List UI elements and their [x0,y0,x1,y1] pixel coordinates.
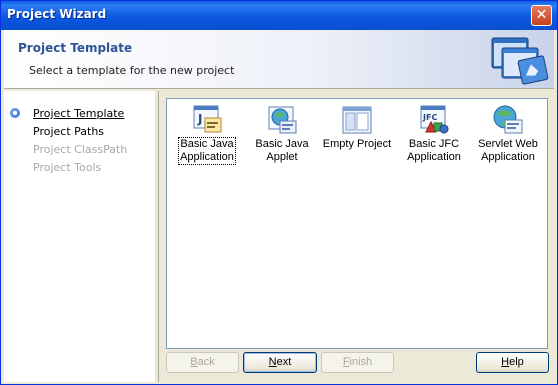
step-project-tools: Project Tools [33,161,102,174]
step-project-template[interactable]: Project Template [33,107,124,120]
template-label-line1: Empty Project [322,138,392,150]
back-button: Back [166,352,239,373]
jfc-application-icon: JFC [420,105,449,134]
header-subtitle: Select a template for the new project [29,64,235,77]
sidebar-divider [158,91,159,382]
help-button[interactable]: Help [476,352,549,373]
java-letter: J [197,112,202,126]
template-label-line1: Basic Java [255,138,309,150]
template-label-line2: Application [180,151,234,163]
current-step-bullet-icon [10,108,20,118]
servlet-web-icon [493,105,523,134]
help-mnemonic: H [501,356,510,368]
window-title: Project Wizard [7,7,107,21]
wizard-header: Project Template Select a template for t… [4,30,554,89]
template-label-line2: Application [407,151,461,163]
next-label-rest: ext [276,356,292,368]
template-basic-java-applet[interactable]: Basic Java Applet [249,104,315,164]
step-project-classpath: Project ClassPath [33,143,128,156]
template-empty-project[interactable]: Empty Project [321,104,393,151]
step-project-paths[interactable]: Project Paths [33,125,104,138]
wizard-windows-icon [491,37,549,85]
wizard-client: Project Template Select a template for t… [4,30,554,382]
template-basic-jfc-application[interactable]: JFC Basic JFC Application [400,104,468,164]
template-label-line2: Application [481,151,535,163]
next-button[interactable]: Next [243,352,317,373]
title-bar[interactable]: Project Wizard ✕ [1,1,557,30]
steps-sidebar: Project Template Project Paths Project C… [4,91,155,382]
java-application-icon: J [193,105,222,133]
finish-button: Finish [321,352,394,373]
finish-label-rest: inish [349,356,373,368]
template-label-line1: Basic JFC [408,138,460,150]
project-wizard-window: Project Wizard ✕ Project Template Select… [0,0,558,385]
template-label-line1: Basic Java [180,138,234,150]
template-servlet-web-application[interactable]: Servlet Web Application [472,104,544,164]
template-label-line1: Servlet Web [478,138,538,150]
jfc-letters: JFC [422,113,437,122]
empty-project-icon [342,106,372,134]
finish-mnemonic: F [342,356,350,368]
java-applet-icon [268,106,297,134]
template-list[interactable]: J Basic Java Application Basic Java Applet [166,98,548,349]
back-label-rest: ack [197,356,215,368]
back-mnemonic: B [190,356,198,368]
template-label-line2: Applet [266,151,298,163]
close-button[interactable]: ✕ [531,5,552,26]
next-mnemonic: N [268,356,277,368]
header-title: Project Template [18,41,133,55]
help-label-rest: elp [509,356,524,368]
template-basic-java-application[interactable]: J Basic Java Application [173,104,241,165]
